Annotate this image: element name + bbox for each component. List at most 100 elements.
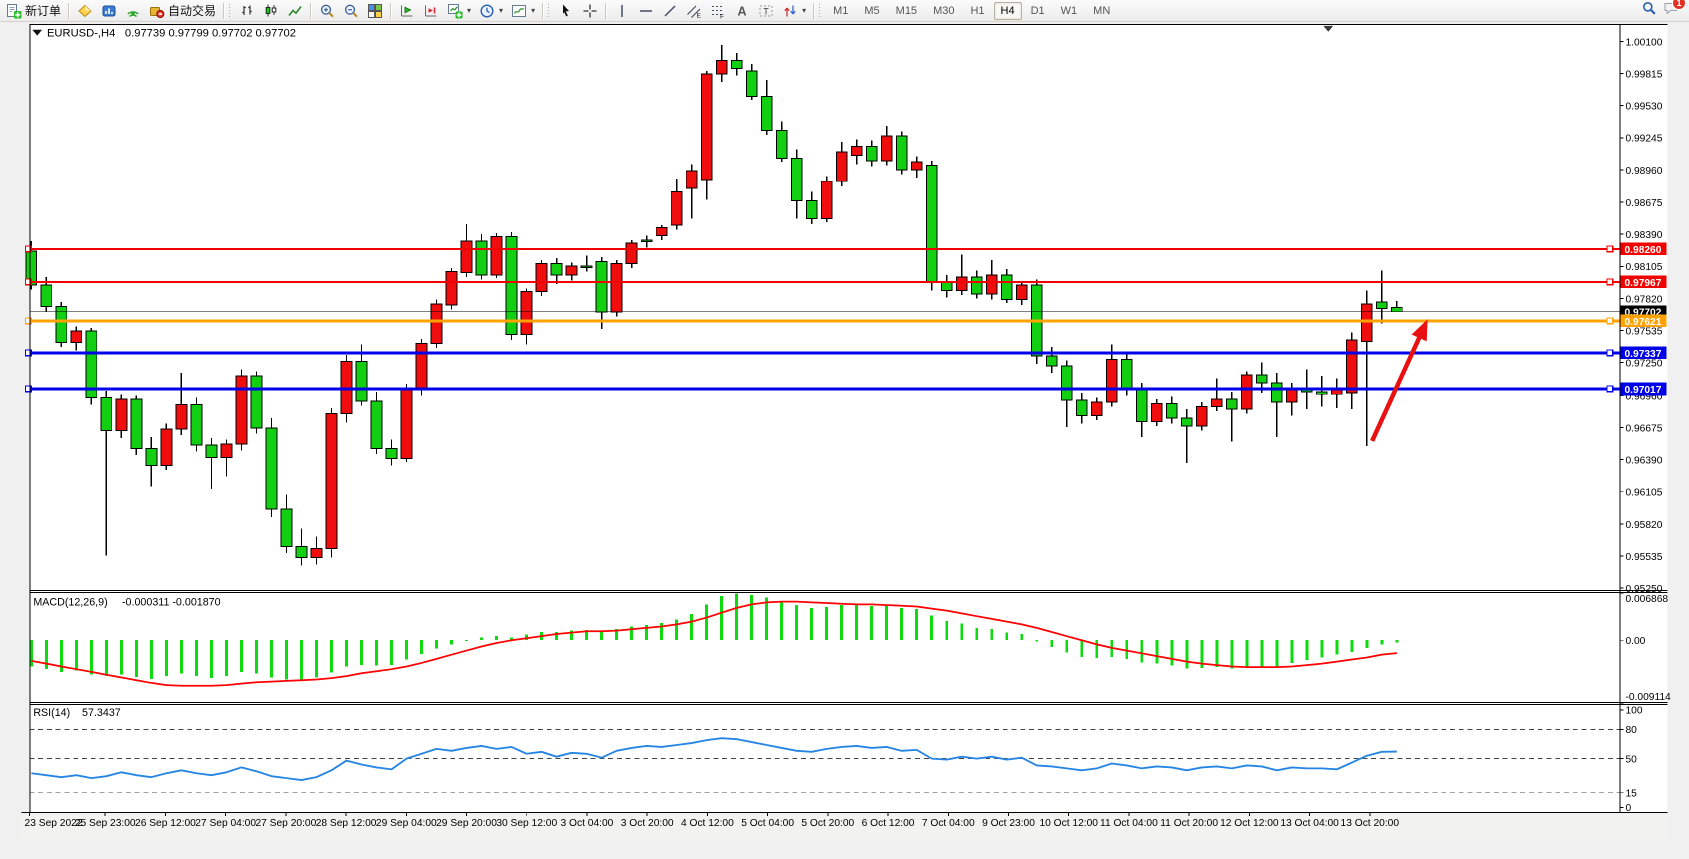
- time-axis-label: 29 Sep 20:00: [436, 818, 497, 829]
- fibonacci-icon: F: [710, 3, 726, 19]
- line-anchor[interactable]: [1607, 386, 1613, 392]
- price-axis-label: 0.99530: [1625, 102, 1662, 113]
- channel-button[interactable]: E: [682, 0, 706, 22]
- metaeditor-button[interactable]: [73, 0, 97, 22]
- line-anchor[interactable]: [26, 386, 32, 392]
- line-anchor[interactable]: [1607, 350, 1613, 356]
- candle: [191, 398, 202, 452]
- toolbar-group: [315, 0, 387, 22]
- toolbar-group: 自动交易: [73, 0, 220, 22]
- auto-scroll-button[interactable]: [395, 0, 419, 22]
- chevron-down-icon[interactable]: ▾: [531, 6, 535, 15]
- time-axis-label: 30 Sep 12:00: [496, 818, 557, 829]
- new-chart-button[interactable]: ▾: [443, 0, 475, 22]
- macd-histogram-bar: [1050, 640, 1053, 647]
- candlestick-button[interactable]: [259, 0, 283, 22]
- macd-histogram-bar: [1320, 640, 1323, 657]
- signal-button[interactable]: [121, 0, 145, 22]
- time-axis-label: 3 Oct 20:00: [621, 818, 674, 829]
- line-chart-button[interactable]: [283, 0, 307, 22]
- candle: [56, 302, 67, 347]
- tf-m5[interactable]: M5: [857, 2, 886, 20]
- chat-button[interactable]: 1: [1663, 0, 1679, 21]
- timeframe-buttons: M1M5M15M30H1H4D1W1MN: [825, 0, 1118, 22]
- tf-m15[interactable]: M15: [889, 2, 924, 20]
- zoom-in-button[interactable]: [315, 0, 339, 22]
- toolbar-separator: [310, 3, 312, 19]
- tf-d1[interactable]: D1: [1024, 2, 1052, 20]
- time-axis-label: 27 Sep 20:00: [255, 818, 316, 829]
- toolbar-separator: [605, 3, 607, 19]
- hline-button[interactable]: [634, 0, 658, 22]
- cursor-button[interactable]: [554, 0, 578, 22]
- zoom-out-button[interactable]: [339, 0, 363, 22]
- line-anchor[interactable]: [26, 318, 32, 324]
- chevron-down-icon[interactable]: ▾: [802, 6, 806, 15]
- search-button[interactable]: [1641, 0, 1657, 21]
- chart-canvas[interactable]: 1.001000.998150.995300.992450.989600.986…: [0, 22, 1689, 859]
- candle: [326, 408, 337, 558]
- bar-chart-button[interactable]: [235, 0, 259, 22]
- pane-border: [29, 24, 1667, 25]
- tf-h4[interactable]: H4: [994, 2, 1022, 20]
- macd-histogram-bar: [900, 608, 903, 640]
- line-anchor[interactable]: [1607, 246, 1613, 252]
- price-axis-label: 0.96390: [1625, 456, 1662, 467]
- hline-icon: [638, 3, 654, 19]
- tf-w1[interactable]: W1: [1054, 2, 1085, 20]
- candle: [626, 240, 637, 268]
- tf-m1[interactable]: M1: [826, 2, 855, 20]
- toolbar-drag-handle: [229, 4, 232, 18]
- tile-windows-button[interactable]: [363, 0, 387, 22]
- macd-histogram-bar: [1260, 640, 1263, 666]
- cursor-icon: [558, 3, 574, 19]
- macd-values: -0.000311 -0.001870: [122, 597, 221, 609]
- new-order-button[interactable]: 新订单: [2, 0, 65, 22]
- line-anchor[interactable]: [26, 279, 32, 285]
- crosshair-button[interactable]: [578, 0, 602, 22]
- template-button[interactable]: ▾: [507, 0, 539, 22]
- chevron-down-icon[interactable]: ▾: [467, 6, 471, 15]
- label-button[interactable]: T: [754, 0, 778, 22]
- macd-histogram-bar: [1380, 640, 1383, 644]
- text-button[interactable]: A: [730, 0, 754, 22]
- line-anchor[interactable]: [26, 350, 32, 356]
- tf-mn[interactable]: MN: [1086, 2, 1117, 20]
- trendline-button[interactable]: [658, 0, 682, 22]
- price-axis-label: 0.98960: [1625, 166, 1662, 177]
- rsi-axis-label: 100: [1625, 706, 1642, 717]
- price-axis-label: 0.98675: [1625, 198, 1662, 209]
- macd-histogram-bar: [270, 640, 273, 677]
- time-axis-label: 28 Sep 12:00: [316, 818, 377, 829]
- candle: [926, 161, 937, 291]
- macd-histogram-bar: [1275, 640, 1278, 667]
- time-axis-label: 12 Oct 12:00: [1220, 818, 1279, 829]
- market-watch-button[interactable]: [97, 0, 121, 22]
- macd-histogram-bar: [165, 640, 168, 676]
- line-anchor[interactable]: [1607, 318, 1613, 324]
- macd-histogram-bar: [1095, 640, 1098, 658]
- pane-border: [1620, 24, 1621, 812]
- macd-axis-label: -0.009114: [1625, 692, 1671, 703]
- period-button[interactable]: ▾: [475, 0, 507, 22]
- tf-m30[interactable]: M30: [926, 2, 961, 20]
- macd-histogram-bar: [1215, 640, 1218, 667]
- macd-histogram-bar: [1035, 640, 1038, 641]
- line-anchor[interactable]: [26, 246, 32, 252]
- candle: [416, 339, 427, 395]
- fibonacci-button[interactable]: F: [706, 0, 730, 22]
- arrows-button[interactable]: ▾: [778, 0, 810, 22]
- candle: [446, 268, 457, 310]
- toolbar-group: [554, 0, 602, 22]
- macd-histogram-bar: [690, 614, 693, 640]
- chevron-down-icon[interactable]: ▾: [499, 6, 503, 15]
- time-axis-label: 13 Oct 20:00: [1341, 818, 1400, 829]
- macd-histogram-bar: [300, 640, 303, 680]
- time-axis-label: 10 Oct 12:00: [1039, 818, 1098, 829]
- line-anchor[interactable]: [1607, 279, 1613, 285]
- candle: [1151, 399, 1162, 426]
- tf-h1[interactable]: H1: [963, 2, 991, 20]
- chart-shift-button[interactable]: [419, 0, 443, 22]
- auto-trading-button[interactable]: 自动交易: [145, 0, 220, 22]
- vline-button[interactable]: [610, 0, 634, 22]
